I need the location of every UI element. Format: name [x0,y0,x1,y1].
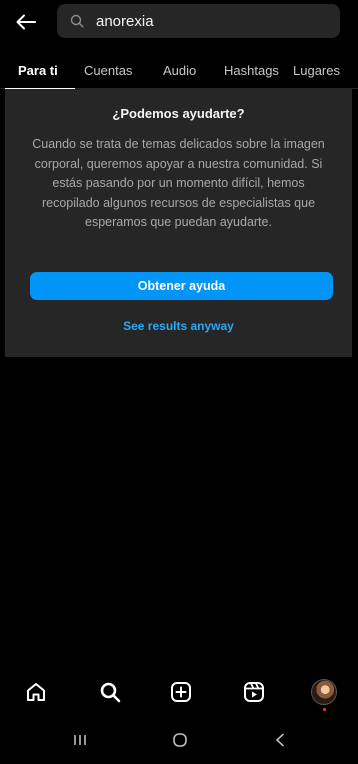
top-bar: anorexia [0,0,358,44]
search-input[interactable]: anorexia [57,4,340,38]
nav-profile[interactable] [310,678,338,711]
search-icon [70,14,84,28]
nav-reels[interactable] [240,678,268,706]
home-circle-icon [173,733,187,747]
search-query: anorexia [96,12,154,30]
get-help-button[interactable]: Obtener ayuda [30,272,333,300]
reels-icon [244,682,264,702]
panel-message: Cuando se trata de temas delicados sobre… [32,137,325,229]
tab-cuentas[interactable]: Cuentas [84,63,132,78]
create-post-icon [171,682,191,702]
tab-lugares[interactable]: Lugares [293,63,340,78]
nav-search[interactable] [96,678,124,706]
support-panel: ¿Podemos ayudarte? Cuando se trata de te… [5,89,352,357]
search-icon [100,682,121,703]
tab-para-ti[interactable]: Para ti [18,63,58,78]
system-nav-bar [0,718,358,764]
back-chevron-icon [275,733,284,747]
bottom-nav [0,666,358,718]
home-icon [27,683,45,701]
nav-home[interactable] [22,678,50,706]
recent-apps-button[interactable] [70,730,90,750]
see-results-anyway-link[interactable]: See results anyway [5,319,352,333]
nav-create[interactable] [167,678,195,706]
search-tabs: Para ti Cuentas Audio Hashtags Lugares [0,52,358,89]
home-system-button[interactable] [170,730,190,750]
panel-title: ¿Podemos ayudarte? [112,106,245,121]
notification-dot [323,708,326,711]
back-button[interactable] [4,0,48,44]
tab-hashtags[interactable]: Hashtags [224,63,279,78]
arrow-left-icon [16,14,36,30]
back-system-button[interactable] [270,730,290,750]
recent-apps-icon [74,735,86,745]
avatar [311,679,337,705]
tab-audio[interactable]: Audio [163,63,196,78]
